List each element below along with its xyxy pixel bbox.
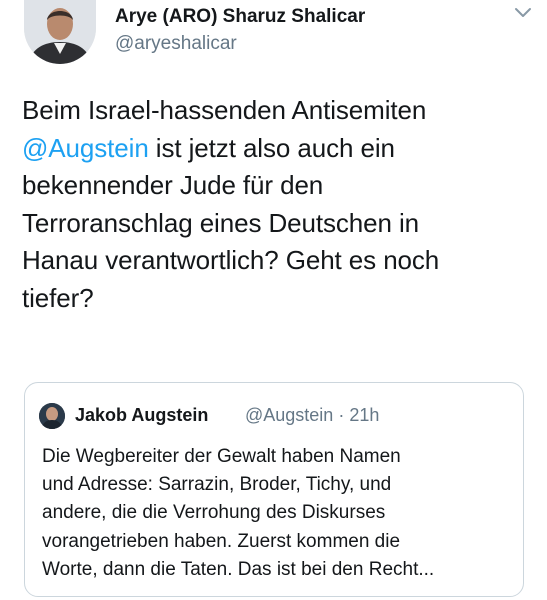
chevron-down-icon[interactable] bbox=[514, 6, 532, 20]
tweet-line: @Augstein ist jetzt also auch ein bbox=[22, 130, 527, 168]
quoted-tweet-card[interactable]: Jakob Augstein @Augstein · 21h Die Wegbe… bbox=[24, 382, 524, 597]
quoted-line: vorangetrieben haben. Zuerst kommen die bbox=[42, 530, 401, 552]
quoted-author-name[interactable]: Jakob Augstein bbox=[75, 405, 208, 426]
tweet-line: Hanau verantwortlich? Geht es noch bbox=[22, 245, 440, 275]
author-handle[interactable]: @aryeshalicar bbox=[115, 33, 237, 55]
quoted-line: andere, die die Verrohung des Diskurses bbox=[42, 502, 386, 524]
author-avatar[interactable] bbox=[24, 0, 96, 64]
tweet-line-rest: ist jetzt also auch ein bbox=[148, 132, 395, 163]
tweet-line: Terroranschlag eines Deutschen in bbox=[22, 207, 420, 238]
quoted-line: und Adresse: Sarrazin, Broder, Tichy, un… bbox=[42, 474, 392, 496]
tweet-line: tiefer? bbox=[22, 282, 94, 313]
quoted-tweet-text: Die Wegbereiter der Gewalt haben Namen u… bbox=[42, 443, 517, 584]
tweet-header: Arye (ARO) Sharuz Shalicar @aryeshalicar bbox=[22, 0, 532, 70]
quoted-line: Worte, dann die Taten. Das ist bei den R… bbox=[42, 558, 435, 580]
mention-link[interactable]: @Augstein bbox=[22, 133, 149, 163]
quoted-author-avatar[interactable] bbox=[39, 403, 65, 429]
tweet-line: bekennender Jude für den bbox=[22, 170, 324, 200]
tweet-text: Beim Israel-hassenden Antisemiten @Augst… bbox=[22, 92, 527, 317]
quoted-author-meta[interactable]: @Augstein · 21h bbox=[245, 405, 379, 426]
author-name[interactable]: Arye (ARO) Sharuz Shalicar bbox=[115, 6, 365, 28]
quoted-line: Die Wegbereiter der Gewalt haben Namen bbox=[42, 446, 401, 467]
tweet-line: Beim Israel-hassenden Antisemiten bbox=[22, 95, 427, 125]
